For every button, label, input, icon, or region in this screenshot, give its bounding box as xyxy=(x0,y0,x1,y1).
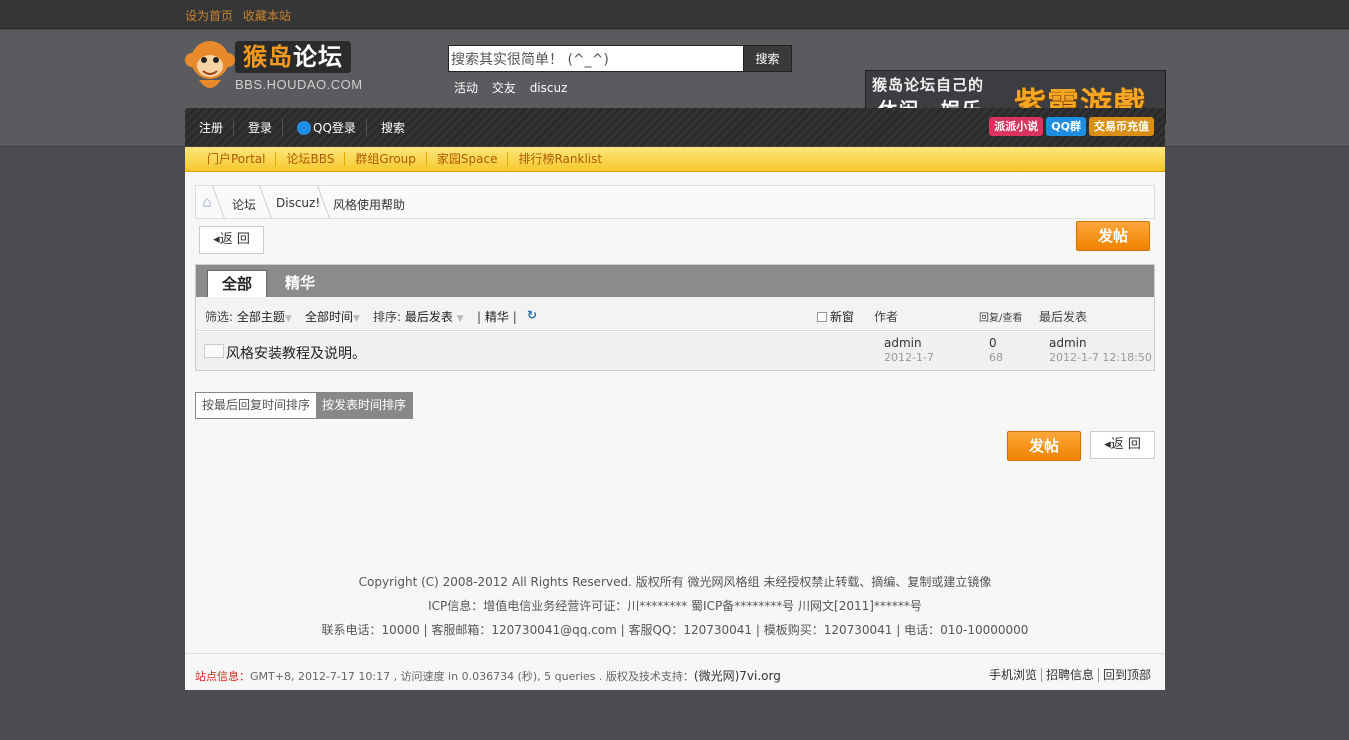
qq-icon xyxy=(297,121,312,135)
subnav-group[interactable]: 群组Group xyxy=(344,152,426,166)
filter-type[interactable]: 筛选: 全部主题▼ xyxy=(205,308,292,325)
new-post-button-bottom[interactable]: 发帖 xyxy=(1007,431,1081,461)
back-button[interactable]: ◂返 回 xyxy=(199,226,264,254)
subnav-space[interactable]: 家园Space xyxy=(425,152,508,166)
tab-digest[interactable]: 精华 xyxy=(271,270,329,297)
novel-badge[interactable]: 派派小说 xyxy=(989,117,1044,136)
digest-filter[interactable]: | 精华 | xyxy=(477,308,517,325)
login-link[interactable]: 登录 xyxy=(233,119,282,136)
mobile-link[interactable]: 手机浏览 xyxy=(985,668,1041,682)
new-window-toggle[interactable]: 新窗 xyxy=(817,308,854,325)
back-button-bottom[interactable]: ◂返 回 xyxy=(1090,431,1155,459)
last-post-author[interactable]: admin xyxy=(1049,336,1087,350)
new-post-button[interactable]: 发帖 xyxy=(1076,221,1150,251)
thread-list: 全部 精华 筛选: 全部主题▼ 全部时间▼ 排序: 最后发表 ▼ | 精华 | … xyxy=(195,264,1155,371)
set-home-link[interactable]: 设为首页 xyxy=(185,9,233,23)
thread-tabs: 全部 精华 xyxy=(196,265,1154,297)
contact-line: 联系电话：10000 | 客服邮箱：120730041@qq.com | 客服Q… xyxy=(321,623,1029,637)
tab-all[interactable]: 全部 xyxy=(207,270,268,297)
search-link[interactable]: 搜索 xyxy=(365,119,415,136)
footer-links: 手机浏览 招聘信息 回到顶部 xyxy=(985,666,1155,683)
col-replies: 回复/查看 xyxy=(979,313,1023,324)
thread-date: 2012-1-7 xyxy=(884,351,934,364)
thread-author[interactable]: admin xyxy=(884,336,922,350)
site-info: 站点信息：GMT+8, 2012-7-17 10:17 , 访问速度 in 0.… xyxy=(195,669,781,683)
jobs-link[interactable]: 招聘信息 xyxy=(1040,668,1098,682)
thread-title[interactable]: 风格安装教程及说明。 xyxy=(226,343,366,363)
table-row[interactable]: 风格安装教程及说明。 admin 2012-1-7 0 68 admin 201… xyxy=(196,332,1154,370)
search-input[interactable] xyxy=(448,45,744,72)
recharge-badge[interactable]: 交易币充值 xyxy=(1089,117,1154,136)
bookmark-link[interactable]: 收藏本站 xyxy=(243,9,291,23)
breadcrumb-forum[interactable]: 论坛 xyxy=(232,196,256,213)
logo-text: 猴岛论坛 xyxy=(235,41,351,73)
icp-line: ICP信息：增值电信业务经营许可证：川******** 蜀ICP备*******… xyxy=(428,599,922,613)
main-nav: 注册 登录 QQ登录 搜索 派派小说 QQ群 交易币充值 xyxy=(185,108,1165,146)
copyright-line: Copyright (C) 2008-2012 All Rights Reser… xyxy=(358,575,992,589)
col-last-post: 最后发表 xyxy=(1039,310,1088,324)
view-count: 68 xyxy=(989,351,1003,364)
logo-domain: BBS.HOUDAO.COM xyxy=(235,77,363,92)
top-bar: 设为首页 收藏本站 xyxy=(0,0,1349,29)
hotword-link[interactable]: 活动 xyxy=(454,81,478,95)
support-link[interactable]: (微光网)7vi.org xyxy=(694,669,781,683)
monkey-logo-icon xyxy=(185,41,235,88)
qq-group-badge[interactable]: QQ群 xyxy=(1046,117,1086,136)
subnav-ranklist[interactable]: 排行榜Ranklist xyxy=(507,152,612,166)
register-link[interactable]: 注册 xyxy=(185,119,233,136)
filter-bar: 筛选: 全部主题▼ 全部时间▼ 排序: 最后发表 ▼ | 精华 | ↻ 新窗 作… xyxy=(196,297,1154,331)
envelope-icon xyxy=(204,344,224,358)
checkbox[interactable] xyxy=(817,312,827,322)
site-logo[interactable]: 猴岛论坛 BBS.HOUDAO.COM xyxy=(185,38,371,98)
sort-order[interactable]: 排序: 最后发表 ▼ xyxy=(373,308,464,325)
sort-toggle: 按最后回复时间排序 按发表时间排序 xyxy=(195,392,414,419)
sub-nav: 门户Portal 论坛BBS 群组Group 家园Space 排行榜Ranklist xyxy=(185,147,1165,172)
subnav-portal[interactable]: 门户Portal xyxy=(197,152,275,166)
hot-words: 活动 交友 discuz xyxy=(454,79,577,96)
search-box: 搜索 xyxy=(448,45,792,72)
hotword-link[interactable]: 交友 xyxy=(492,81,516,95)
breadcrumb: ⌂ 论坛 Discuz! 风格使用帮助 xyxy=(195,185,1155,219)
footer-bar: 站点信息：GMT+8, 2012-7-17 10:17 , 访问速度 in 0.… xyxy=(185,653,1165,690)
hotword-link[interactable]: discuz xyxy=(530,81,568,95)
last-post-time: 2012-1-7 12:18:50 xyxy=(1049,351,1152,364)
refresh-icon[interactable]: ↻ xyxy=(527,308,537,322)
sort-by-post[interactable]: 按发表时间排序 xyxy=(316,393,413,418)
subnav-bbs[interactable]: 论坛BBS xyxy=(275,152,344,166)
banner-line1: 猴岛论坛自己的 xyxy=(872,76,985,94)
back-to-top-link[interactable]: 回到顶部 xyxy=(1097,668,1155,682)
breadcrumb-current: 风格使用帮助 xyxy=(333,198,406,212)
col-author: 作者 xyxy=(874,310,899,324)
content-area: ⌂ 论坛 Discuz! 风格使用帮助 ◂返 回 发帖 全部 精华 筛选: 全部… xyxy=(185,172,1165,690)
footer-copyright: Copyright (C) 2008-2012 All Rights Reser… xyxy=(185,570,1165,642)
search-button[interactable]: 搜索 xyxy=(743,45,792,72)
filter-time[interactable]: 全部时间▼ xyxy=(305,308,360,325)
reply-count: 0 xyxy=(989,336,997,350)
qq-login-link[interactable]: QQ登录 xyxy=(282,119,366,136)
sort-by-reply[interactable]: 按最后回复时间排序 xyxy=(196,393,317,418)
